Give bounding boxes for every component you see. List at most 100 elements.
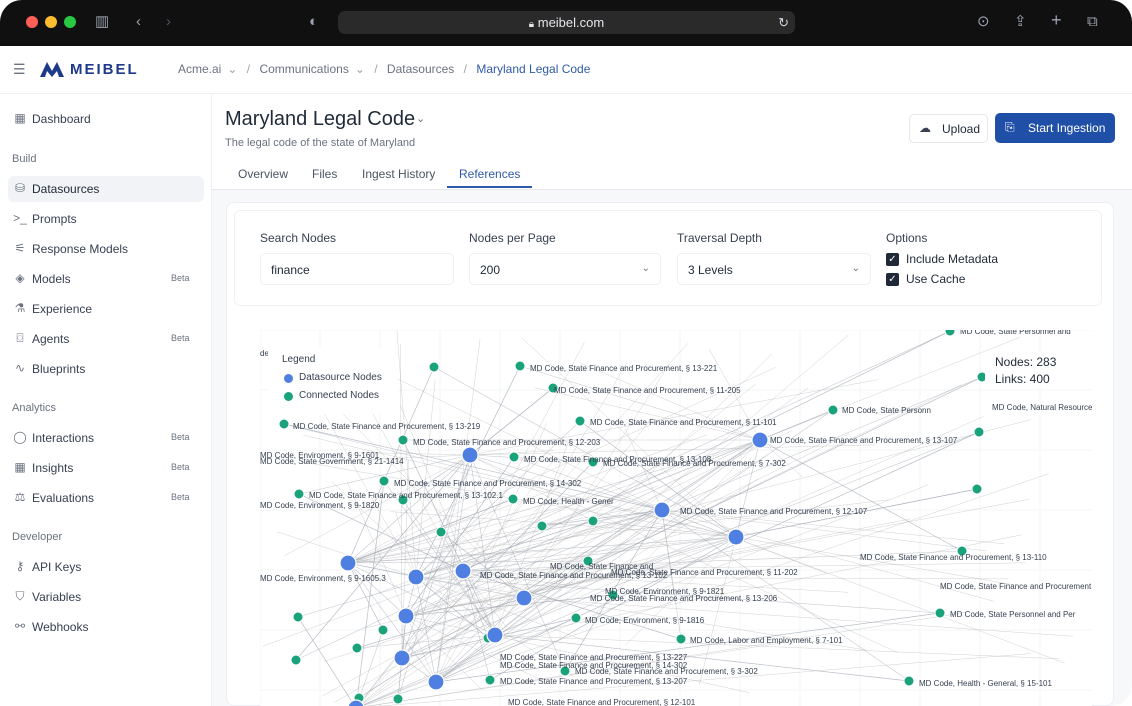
connected-node[interactable] [903,675,915,687]
depth-label: Traversal Depth [677,231,762,245]
connected-node[interactable] [536,520,548,532]
tab-ingest-history[interactable]: Ingest History [362,167,435,181]
connected-node[interactable] [278,418,290,430]
sidebar-toggle-icon[interactable]: ▥ [95,13,109,31]
sidebar-item-agents[interactable]: ⌼ Agents Beta [8,326,204,352]
include-metadata-checkbox[interactable]: ✓ [886,253,899,266]
datasource-node[interactable] [751,431,769,449]
connected-node[interactable] [293,488,305,500]
connected-node[interactable] [292,611,304,623]
sidebar-item-dashboard[interactable]: ▦ Dashboard [8,106,204,132]
sidebar-item-variables[interactable]: ⛉ Variables [8,584,204,610]
depth-select[interactable]: 3 Levels ⌄ [677,253,871,285]
sidebar-item-insights[interactable]: ▦ Insights Beta [8,455,204,481]
connected-node[interactable] [973,426,985,438]
connected-node[interactable] [675,633,687,645]
connected-node[interactable] [484,674,496,686]
tabs-overview-icon[interactable]: ⧉ [1087,13,1098,31]
maximize-window-button[interactable] [64,16,76,28]
datasource-node[interactable] [454,562,472,580]
datasource-node[interactable] [407,568,425,586]
sidebar-item-datasources[interactable]: ⛁ Datasources [8,176,204,202]
graph-edge [401,459,409,659]
reload-icon[interactable]: ↻ [778,11,789,34]
connected-node[interactable] [397,434,409,446]
sidebar-item-prompts[interactable]: >_ Prompts [8,206,204,232]
connected-node[interactable] [934,607,946,619]
node-label: MD Code, State Finance and Procurement, … [554,386,741,395]
connected-node[interactable] [514,360,526,372]
per-page-select[interactable]: 200 ⌄ [469,253,661,285]
connected-node[interactable] [377,624,389,636]
datasource-node[interactable] [339,554,357,572]
sidebar-item-response-models[interactable]: ⚟ Response Models [8,236,204,262]
tab-references[interactable]: References [459,167,520,181]
connected-node[interactable] [570,612,582,624]
connected-node[interactable] [574,415,586,427]
beta-badge: Beta [171,273,190,283]
sidebar-item-label: Dashboard [32,112,91,126]
tab-files[interactable]: Files [312,167,337,181]
datasource-node[interactable] [486,626,504,644]
node-label: MD Code, Labor and Employment, § 7-101 [690,636,843,645]
connected-node[interactable] [587,515,599,527]
connected-node[interactable] [290,654,302,666]
forward-icon[interactable]: › [166,13,171,31]
address-bar[interactable]: 🔒︎ meibel.com ↻ [338,11,795,34]
use-cache-label: Use Cache [906,272,966,286]
sidebar-item-experience[interactable]: ⚗ Experience [8,296,204,322]
reference-graph[interactable]: de, Environment, § 9-1805.4MD Code, Stat… [260,330,1092,706]
connected-node[interactable] [944,330,956,337]
privacy-shield-icon[interactable]: ◐ [309,13,318,31]
include-metadata-label: Include Metadata [906,252,999,266]
connected-node[interactable] [827,404,839,416]
sidebar-item-api-keys[interactable]: ⚷ API Keys [8,554,204,580]
sidebar-item-webhooks[interactable]: ⚯ Webhooks [8,614,204,640]
chevron-down-icon[interactable]: ⌄ [227,62,237,76]
use-cache-checkbox[interactable]: ✓ [886,273,899,286]
connected-node[interactable] [508,451,520,463]
url-text: meibel.com [537,15,605,30]
start-ingestion-label: Start Ingestion [1028,121,1106,135]
upload-button[interactable]: ☁ Upload [909,114,988,143]
node-label: MD Code, State Finance and Procurement, … [530,364,718,373]
datasource-node[interactable] [397,607,415,625]
datasource-node[interactable] [461,446,479,464]
share-icon[interactable]: ⇪ [1014,13,1027,31]
breadcrumb-org[interactable]: Acme.ai [178,62,221,76]
connected-node[interactable] [392,693,404,705]
sidebar-item-label: API Keys [32,560,82,574]
breadcrumb-current: Maryland Legal Code [476,62,591,76]
datasource-node[interactable] [653,501,671,519]
new-tab-icon[interactable]: + [1051,11,1062,29]
datasource-node[interactable] [393,649,411,667]
sidebar-item-interactions[interactable]: ◯ Interactions Beta [8,425,204,451]
datasource-node[interactable] [727,528,745,546]
connected-node[interactable] [428,361,440,373]
close-window-button[interactable] [26,16,38,28]
breadcrumb-section[interactable]: Datasources [387,62,454,76]
connected-node[interactable] [507,493,519,505]
tab-overview[interactable]: Overview [238,167,288,181]
sidebar-item-evaluations[interactable]: ⚖ Evaluations Beta [8,485,204,511]
minimize-window-button[interactable] [45,16,57,28]
connected-node[interactable] [971,483,983,495]
connected-node[interactable] [351,642,363,654]
sidebar-item-models[interactable]: ◈ Models Beta [8,266,204,292]
datasource-node[interactable] [427,673,445,691]
datasource-node[interactable] [515,589,533,607]
download-icon[interactable]: ⊙ [977,13,990,31]
sidebar-item-blueprints[interactable]: ∿ Blueprints [8,356,204,382]
start-ingestion-button[interactable]: ⎘ Start Ingestion [995,113,1115,143]
sliders-icon: ⚟ [14,241,26,255]
search-input[interactable]: finance [260,253,454,285]
breadcrumb-project[interactable]: Communications [259,62,348,76]
back-icon[interactable]: ‹ [136,13,141,31]
connected-node[interactable] [435,526,447,538]
chevron-down-icon[interactable]: ⌄ [355,62,365,76]
chevron-down-icon[interactable]: ⌄ [416,112,425,125]
node-label: MD Code, State Finance and Procurement, … [680,507,868,516]
connected-node[interactable] [378,475,390,487]
page-subtitle: The legal code of the state of Maryland [225,137,416,149]
menu-icon[interactable]: ☰ [13,61,26,78]
